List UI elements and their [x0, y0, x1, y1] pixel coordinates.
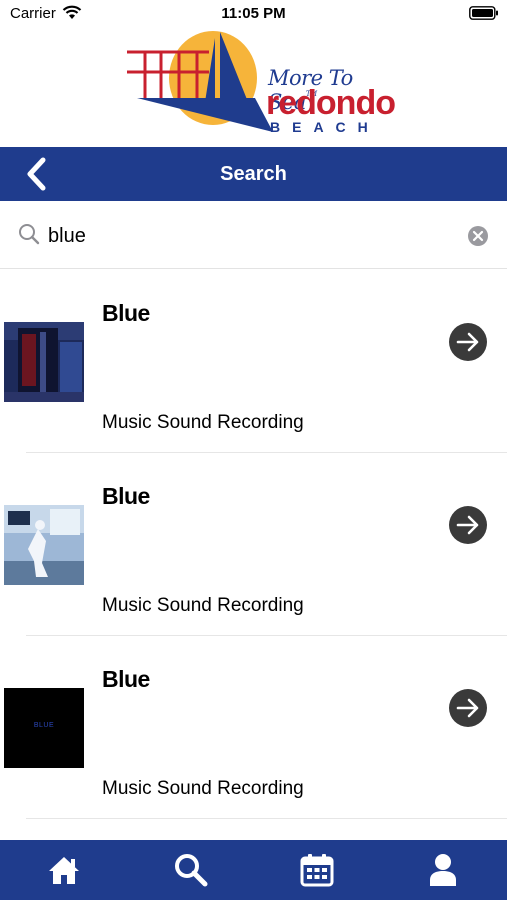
open-result-button[interactable]	[449, 506, 487, 544]
status-time: 11:05 PM	[221, 5, 286, 22]
nav-bar: Search	[0, 147, 507, 201]
home-icon	[49, 857, 79, 884]
open-result-button[interactable]	[449, 323, 487, 361]
calendar-icon	[300, 854, 334, 887]
clear-icon	[468, 226, 488, 246]
clear-search-button[interactable]	[467, 225, 489, 252]
search-icon	[175, 854, 208, 887]
page-title: Search	[220, 163, 287, 185]
cover-text: BLUE	[33, 722, 55, 729]
arrow-right-icon	[456, 332, 479, 352]
album-cover-image	[4, 322, 84, 402]
logo-beach: BEACH	[270, 119, 380, 135]
arrow-right-icon	[456, 515, 479, 535]
album-cover-image: BLUE	[4, 688, 84, 768]
tab-search[interactable]	[171, 850, 211, 890]
arrow-right-icon	[456, 698, 479, 718]
user-icon	[430, 854, 456, 886]
result-row[interactable]: BLUE Blue Music Sound Recording	[0, 636, 507, 819]
tab-bar	[0, 840, 507, 900]
open-result-button[interactable]	[449, 689, 487, 727]
result-row[interactable]: Blue Music Sound Recording	[0, 270, 507, 453]
search-input[interactable]	[48, 220, 448, 252]
result-row[interactable]: Blue Music Sound Recording	[0, 453, 507, 636]
row-divider	[26, 818, 507, 819]
result-title: Blue	[102, 483, 150, 509]
battery-icon	[469, 6, 499, 25]
search-icon	[18, 223, 40, 250]
result-title: Blue	[102, 300, 150, 326]
search-bar	[0, 201, 507, 269]
tab-events[interactable]	[297, 850, 337, 890]
result-format: Music Sound Recording	[102, 595, 304, 616]
result-format: Music Sound Recording	[102, 412, 304, 433]
redondo-beach-logo: More To SeaTM redondo BEACH	[125, 28, 396, 140]
results-list: Blue Music Sound Recording Blue Music So…	[0, 270, 507, 819]
result-title: Blue	[102, 666, 150, 692]
tab-account[interactable]	[423, 850, 463, 890]
tab-home[interactable]	[44, 850, 84, 890]
logo-city: redondo	[266, 84, 396, 122]
result-format: Music Sound Recording	[102, 778, 304, 799]
album-cover-image	[4, 505, 84, 585]
status-bar: Carrier 11:05 PM	[0, 0, 507, 28]
